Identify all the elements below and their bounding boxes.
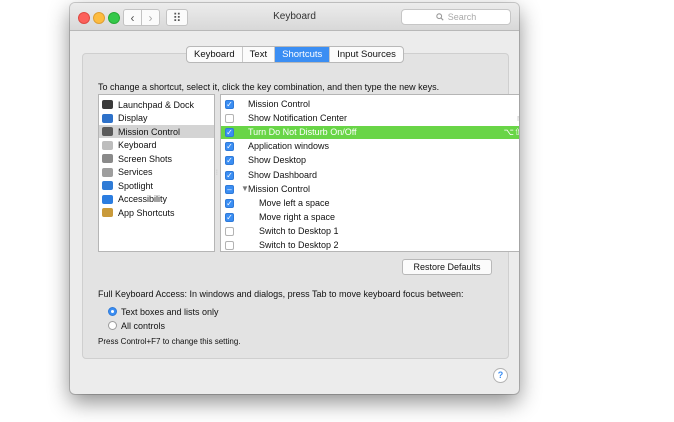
instructions-text: To change a shortcut, select it, click t… — [98, 82, 440, 92]
category-label: Keyboard — [118, 140, 157, 150]
category-item[interactable]: Mission Control — [99, 125, 214, 138]
shortcut-checkbox[interactable] — [225, 114, 234, 124]
shortcut-label: Switch to Desktop 2 — [259, 240, 339, 250]
category-item[interactable]: App Shortcuts — [99, 206, 214, 219]
shortcut-label: Move left a space — [259, 197, 330, 208]
shortcut-row[interactable]: ✓ Turn Do Not Disturb On/Off ⌥⇧⌘D — [221, 126, 519, 140]
radio-label: Text boxes and lists only — [121, 306, 219, 317]
radio-all-controls[interactable]: All controls — [108, 319, 165, 332]
accessibility-icon — [102, 194, 113, 204]
tab-keyboard[interactable]: Keyboard — [187, 47, 243, 62]
shortcut-row[interactable]: Switch to Desktop 2^2 — [221, 239, 519, 251]
category-item[interactable]: Services — [99, 166, 214, 179]
shortcut-label: Show Dashboard — [248, 169, 318, 180]
tab-input-sources[interactable]: Input Sources — [330, 47, 403, 62]
shortcut-checkbox[interactable]: ✓ — [225, 100, 234, 109]
shortcut-list[interactable]: ✓Mission Control^↑Show Notification Cent… — [220, 94, 519, 252]
shortcut-key[interactable]: none — [517, 113, 519, 123]
radio-label: All controls — [121, 320, 166, 331]
mission-control-icon — [102, 127, 113, 136]
shortcut-row[interactable]: ✓Application windows^↓ — [221, 140, 519, 153]
shortcut-row[interactable]: Switch to Desktop 1^1 — [221, 225, 519, 238]
tab-shortcuts[interactable]: Shortcuts — [275, 47, 331, 62]
shortcut-key[interactable]: ⌥⇧⌘D — [504, 127, 519, 138]
category-label: Launchpad & Dock — [118, 99, 195, 110]
shortcut-checkbox[interactable]: ✓ — [225, 156, 234, 166]
category-label: Accessibility — [118, 194, 168, 204]
category-list[interactable]: Launchpad & Dock Display Mission Control Ke… — [98, 94, 215, 252]
gear-icon — [102, 167, 113, 177]
shortcut-row[interactable]: ✓Move right a space^→ — [221, 211, 519, 224]
shortcut-checkbox[interactable] — [225, 226, 234, 236]
radio-text-boxes-only[interactable]: Text boxes and lists only — [108, 305, 219, 318]
screenshot-icon — [102, 154, 113, 163]
shortcut-label: Application windows — [248, 141, 330, 152]
category-label: Services — [118, 167, 153, 177]
radio-button[interactable] — [108, 321, 117, 330]
shortcut-label: Mission Control — [248, 183, 311, 194]
category-label: Spotlight — [118, 180, 154, 191]
search-field[interactable]: Search — [401, 9, 511, 25]
shortcut-row[interactable]: ✓Mission Control^↑ — [221, 98, 519, 111]
shortcut-label: Show Notification Center — [248, 113, 348, 124]
shortcut-checkbox[interactable]: ✓ — [225, 128, 234, 138]
hint-text: Press Control+F7 to change this setting. — [98, 337, 241, 346]
shortcut-label: Switch to Desktop 1 — [259, 225, 339, 236]
shortcut-label: Show Desktop — [248, 155, 307, 166]
category-item[interactable]: Spotlight — [99, 179, 214, 192]
keyboard-icon — [102, 140, 113, 150]
tab-bar: Keyboard Text Shortcuts Input Sources — [186, 46, 404, 63]
shortcut-label: Move right a space — [259, 211, 336, 222]
category-label: Screen Shots — [118, 153, 173, 164]
category-item[interactable]: Display — [99, 112, 214, 125]
category-item[interactable]: Launchpad & Dock — [99, 98, 214, 111]
shortcut-checkbox[interactable]: ✓ — [225, 212, 234, 222]
restore-defaults-button[interactable]: Restore Defaults — [402, 259, 492, 275]
search-placeholder: Search — [447, 12, 477, 22]
title-bar: ‹ › ⠿ Keyboard Search — [70, 3, 519, 31]
search-icon — [436, 13, 444, 21]
full-keyboard-access-text: Full Keyboard Access: In windows and dia… — [98, 289, 464, 299]
launchpad-icon — [102, 100, 113, 109]
category-item[interactable]: Accessibility — [99, 193, 214, 206]
shortcut-label: Mission Control — [248, 99, 311, 109]
shortcut-checkbox[interactable]: ✓ — [225, 142, 234, 152]
shortcut-checkbox[interactable]: – — [225, 184, 234, 194]
radio-button[interactable] — [108, 307, 117, 316]
tab-text[interactable]: Text — [243, 47, 276, 62]
spotlight-icon — [102, 181, 113, 190]
category-label: Mission Control — [118, 126, 181, 137]
help-button[interactable]: ? — [493, 368, 508, 383]
category-label: Display — [118, 113, 148, 123]
keyboard-preferences-window: ‹ › ⠿ Keyboard Search Keyboard Text Shortc… — [70, 3, 519, 394]
category-label: App Shortcuts — [118, 207, 175, 218]
shortcut-row[interactable]: ✓Move left a space^← — [221, 197, 519, 210]
shortcut-checkbox[interactable] — [225, 241, 234, 250]
display-icon — [102, 113, 113, 123]
shortcut-row[interactable]: ✓Show DesktopF11 — [221, 154, 519, 167]
shortcut-row[interactable]: Show Notification Center none — [221, 112, 519, 125]
shortcut-label: Turn Do Not Disturb On/Off — [248, 127, 357, 138]
shortcut-row[interactable]: – ▼ Mission Control — [221, 183, 519, 196]
shortcut-checkbox[interactable]: ✓ — [225, 198, 234, 208]
shortcut-checkbox[interactable]: ✓ — [225, 170, 234, 180]
category-item[interactable]: Screen Shots — [99, 152, 214, 165]
app-shortcuts-icon — [102, 208, 113, 217]
shortcut-row[interactable]: ✓Show DashboardF12 — [221, 169, 519, 182]
category-item[interactable]: Keyboard — [99, 139, 214, 152]
